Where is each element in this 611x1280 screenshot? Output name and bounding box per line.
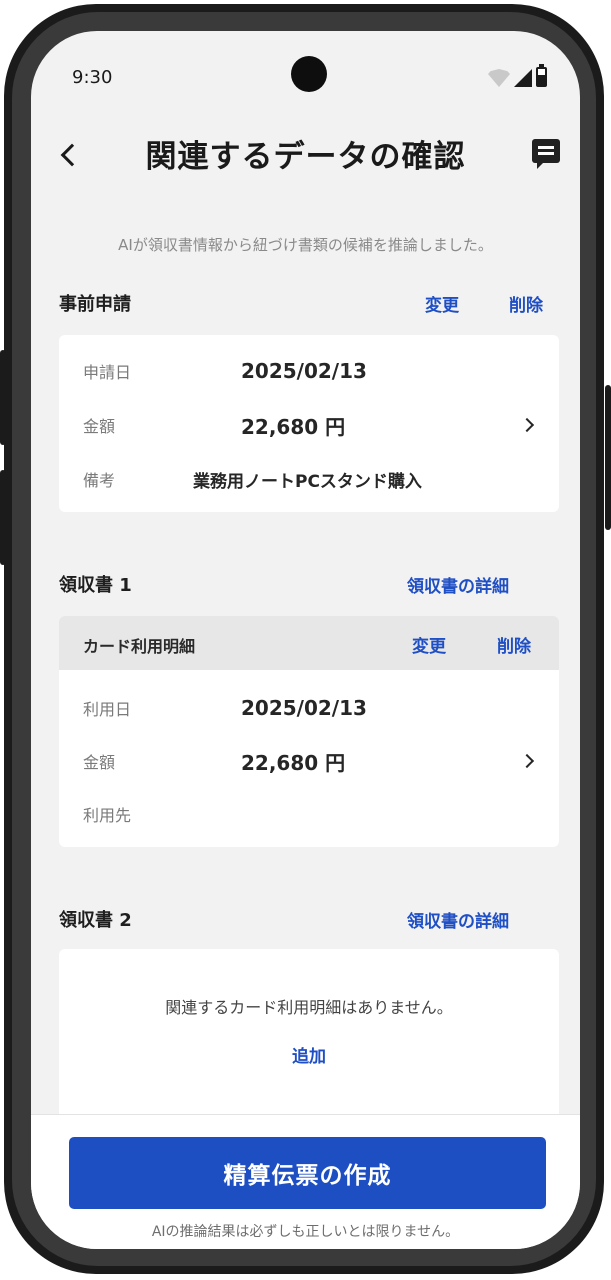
receipt1-change-link[interactable]: 変更 <box>412 632 446 657</box>
receipt1-detail-link[interactable]: 領収書の詳細 <box>407 572 509 597</box>
apply-date-row: 申請日 2025/02/13 <box>59 356 559 386</box>
power-button <box>605 385 611 530</box>
note-label: 備考 <box>83 471 116 490</box>
pre-application-delete-link[interactable]: 削除 <box>509 291 543 316</box>
status-time: 9:30 <box>72 67 113 88</box>
volume-down-button <box>0 470 6 565</box>
receipt1-delete-link[interactable]: 削除 <box>497 632 531 657</box>
page-title: 関連するデータの確認 <box>145 139 466 175</box>
receipt1-amount-label: 金額 <box>83 753 116 772</box>
screen: 9:30 関連するデータの確認 AIが領収書情報から紐づけ書類の候補を推論しまし… <box>31 31 580 1249</box>
receipt1-card[interactable]: カード利用明細 変更 削除 利用日 2025/02/13 金額 22,680 円… <box>59 616 559 847</box>
receipt1-title: 領収書 1 <box>59 575 132 596</box>
use-date-label: 利用日 <box>83 700 132 719</box>
message-button[interactable] <box>532 139 560 169</box>
amount-label: 金額 <box>83 417 116 436</box>
receipt1-amount-value: 22,680 円 <box>241 750 346 775</box>
use-date-row: 利用日 2025/02/13 <box>59 693 559 723</box>
battery-icon <box>536 64 547 87</box>
note-value: 業務用ノートPCスタンド購入 <box>193 471 422 492</box>
merchant-row: 利用先 <box>59 799 559 829</box>
amount-row: 金額 22,680 円 <box>59 410 559 440</box>
receipt2-title: 領収書 2 <box>59 910 132 931</box>
amount-value: 22,680 円 <box>241 414 346 439</box>
pre-application-card[interactable]: 申請日 2025/02/13 金額 22,680 円 備考 業務用ノートPCスタ… <box>59 335 559 512</box>
apply-date-label: 申請日 <box>83 363 132 382</box>
signal-icon <box>514 69 532 87</box>
disclaimer: AIの推論結果は必ずしも正しいとは限りません。 <box>151 1224 460 1240</box>
wifi-icon <box>488 69 510 87</box>
front-camera <box>291 56 327 92</box>
receipt1-amount-row: 金額 22,680 円 <box>59 746 559 776</box>
status-icons <box>488 64 547 87</box>
empty-message: 関連するカード利用明細はありません。 <box>165 998 453 1017</box>
pre-application-title: 事前申請 <box>59 294 131 315</box>
use-date-value: 2025/02/13 <box>241 696 367 720</box>
apply-date-value: 2025/02/13 <box>241 359 367 383</box>
receipt1-card-header: カード利用明細 変更 削除 <box>59 616 559 670</box>
note-row: 備考 業務用ノートPCスタンド購入 <box>59 464 559 494</box>
volume-up-button <box>0 350 6 445</box>
chevron-right-icon <box>519 753 535 769</box>
chevron-right-icon <box>519 417 535 433</box>
pre-application-change-link[interactable]: 変更 <box>425 291 459 316</box>
create-settlement-button[interactable]: 精算伝票の作成 <box>69 1137 546 1209</box>
add-link[interactable]: 追加 <box>59 1042 559 1067</box>
card-statement-label: カード利用明細 <box>83 637 196 656</box>
message-icon <box>532 139 560 163</box>
merchant-label: 利用先 <box>83 806 132 825</box>
receipt2-detail-link[interactable]: 領収書の詳細 <box>407 907 509 932</box>
ai-note: AIが領収書情報から紐づけ書類の候補を推論しました。 <box>118 236 493 254</box>
